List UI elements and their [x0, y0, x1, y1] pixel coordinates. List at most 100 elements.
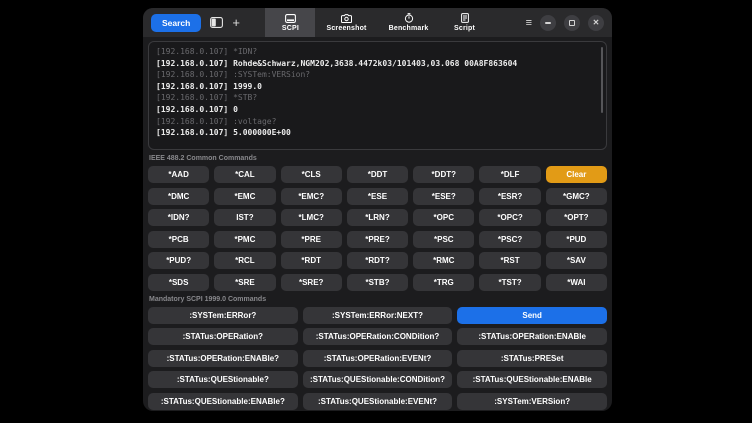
command-button[interactable]: Send — [457, 307, 607, 324]
command-button[interactable]: :STATus:OPERation:CONDition? — [303, 328, 453, 345]
command-button[interactable]: *PSC — [413, 231, 474, 248]
terminal-icon — [285, 14, 296, 23]
command-button[interactable]: :STATus:OPERation:ENABle — [457, 328, 607, 345]
command-button[interactable]: :STATus:OPERation:EVENt? — [303, 350, 453, 367]
minimize-button[interactable] — [540, 15, 556, 31]
search-button[interactable]: Search — [151, 14, 201, 32]
command-button[interactable]: *GMC? — [546, 188, 607, 205]
log-line: [192.168.0.107] Rohde&Schwarz,NGM202,363… — [156, 58, 599, 70]
command-button[interactable]: *PUD? — [148, 252, 209, 269]
log-line: [192.168.0.107] 0 — [156, 104, 599, 116]
app-window: Search + — [143, 8, 612, 411]
camera-icon — [341, 14, 352, 23]
ieee-section-title: IEEE 488.2 Common Commands — [149, 155, 606, 162]
command-button[interactable]: *ESR? — [479, 188, 540, 205]
command-button[interactable]: *SRE? — [281, 274, 342, 291]
scpi-command-grid: :SYSTem:ERRor? :SYSTem:ERRor:NEXT? Send … — [148, 307, 607, 410]
command-button[interactable]: *PUD — [546, 231, 607, 248]
scpi-section-title: Mandatory SCPI 1999.0 Commands — [149, 296, 606, 303]
command-button[interactable]: *ESE — [347, 188, 408, 205]
command-button[interactable]: :SYSTem:ERRor? — [148, 307, 298, 324]
tab-label: SCPI — [282, 25, 299, 32]
log-line: [192.168.0.107] 5.000000E+00 — [156, 127, 599, 139]
log-line: [192.168.0.107] *IDN? — [156, 46, 599, 58]
command-button[interactable]: *OPT? — [546, 209, 607, 226]
tab-script[interactable]: Script — [440, 8, 490, 37]
command-button[interactable]: *EMC — [214, 188, 275, 205]
command-button[interactable]: *TST? — [479, 274, 540, 291]
ieee-command-grid: *AAD *CAL *CLS *DDT *DDT? *DLF Clear *DM… — [148, 166, 607, 291]
minimize-icon — [545, 22, 551, 24]
command-button[interactable]: :STATus:OPERation? — [148, 328, 298, 345]
log-line: [192.168.0.107] *STB? — [156, 92, 599, 104]
command-button[interactable]: *PCB — [148, 231, 209, 248]
close-button[interactable]: ✕ — [588, 15, 604, 31]
command-button[interactable]: *PRE? — [347, 231, 408, 248]
command-button[interactable]: *WAI — [546, 274, 607, 291]
command-button[interactable]: *PMC — [214, 231, 275, 248]
command-button[interactable]: *RCL — [214, 252, 275, 269]
scpi-log: [192.168.0.107] *IDN? [192.168.0.107] Ro… — [148, 41, 607, 150]
log-line: [192.168.0.107] 1999.0 — [156, 81, 599, 93]
command-button[interactable]: :STATus:OPERation:ENABle? — [148, 350, 298, 367]
tab-label: Screenshot — [326, 25, 366, 32]
command-button[interactable]: :STATus:QUEStionable:ENABle? — [148, 393, 298, 410]
command-button[interactable]: :SYSTem:ERRor:NEXT? — [303, 307, 453, 324]
command-button[interactable]: *DLF — [479, 166, 540, 183]
command-button[interactable]: *IDN? — [148, 209, 209, 226]
tab-scpi[interactable]: SCPI — [265, 8, 315, 37]
titlebar-right: ≡ ✕ — [490, 8, 604, 37]
command-button[interactable]: :STATus:QUEStionable:CONDition? — [303, 371, 453, 388]
main-content: [192.168.0.107] *IDN? [192.168.0.107] Ro… — [143, 37, 612, 411]
plus-icon: + — [232, 16, 240, 29]
command-button[interactable]: :STATus:QUEStionable:EVENt? — [303, 393, 453, 410]
command-button[interactable]: *STB? — [347, 274, 408, 291]
command-button[interactable]: *TRG — [413, 274, 474, 291]
command-button[interactable]: *LRN? — [347, 209, 408, 226]
command-button[interactable]: *AAD — [148, 166, 209, 183]
command-button[interactable]: *OPC? — [479, 209, 540, 226]
tab-label: Script — [454, 25, 475, 32]
command-button[interactable]: *PSC? — [479, 231, 540, 248]
script-icon — [461, 13, 469, 23]
command-button[interactable]: *PRE — [281, 231, 342, 248]
command-button[interactable]: *DDT — [347, 166, 408, 183]
command-button[interactable]: *RDT — [281, 252, 342, 269]
command-button[interactable]: :STATus:QUEStionable? — [148, 371, 298, 388]
command-button[interactable]: *LMC? — [281, 209, 342, 226]
tab-benchmark[interactable]: Benchmark — [378, 8, 440, 37]
command-button[interactable]: IST? — [214, 209, 275, 226]
command-button[interactable]: *SRE — [214, 274, 275, 291]
command-button[interactable]: *DDT? — [413, 166, 474, 183]
command-button[interactable]: :STATus:QUEStionable:ENABle — [457, 371, 607, 388]
stopwatch-icon — [404, 13, 414, 23]
maximize-icon — [569, 20, 575, 26]
command-button[interactable]: Clear — [546, 166, 607, 183]
command-button[interactable]: *RDT? — [347, 252, 408, 269]
maximize-button[interactable] — [564, 15, 580, 31]
command-button[interactable]: *CAL — [214, 166, 275, 183]
command-button[interactable]: :SYSTem:VERSion? — [457, 393, 607, 410]
hamburger-icon: ≡ — [526, 17, 532, 29]
log-line: [192.168.0.107] :voltage? — [156, 116, 599, 128]
command-button[interactable]: *SAV — [546, 252, 607, 269]
menu-button[interactable]: ≡ — [526, 17, 532, 29]
titlebar-left: Search + — [151, 8, 265, 37]
tab-label: Benchmark — [389, 25, 429, 32]
command-button[interactable]: :STATus:PRESet — [457, 350, 607, 367]
command-button[interactable]: *RMC — [413, 252, 474, 269]
command-button[interactable]: *DMC — [148, 188, 209, 205]
command-button[interactable]: *EMC? — [281, 188, 342, 205]
sidebar-toggle-button[interactable] — [210, 17, 223, 28]
command-button[interactable]: *SDS — [148, 274, 209, 291]
tab-bar: SCPI Screenshot — [265, 8, 489, 37]
command-button[interactable]: *RST — [479, 252, 540, 269]
log-scrollbar[interactable] — [601, 47, 603, 113]
tab-screenshot[interactable]: Screenshot — [315, 8, 377, 37]
command-button[interactable]: *ESE? — [413, 188, 474, 205]
new-tab-button[interactable]: + — [232, 16, 240, 29]
command-button[interactable]: *OPC — [413, 209, 474, 226]
command-button[interactable]: *CLS — [281, 166, 342, 183]
log-line: [192.168.0.107] :SYSTem:VERSion? — [156, 69, 599, 81]
titlebar: Search + — [143, 8, 612, 37]
